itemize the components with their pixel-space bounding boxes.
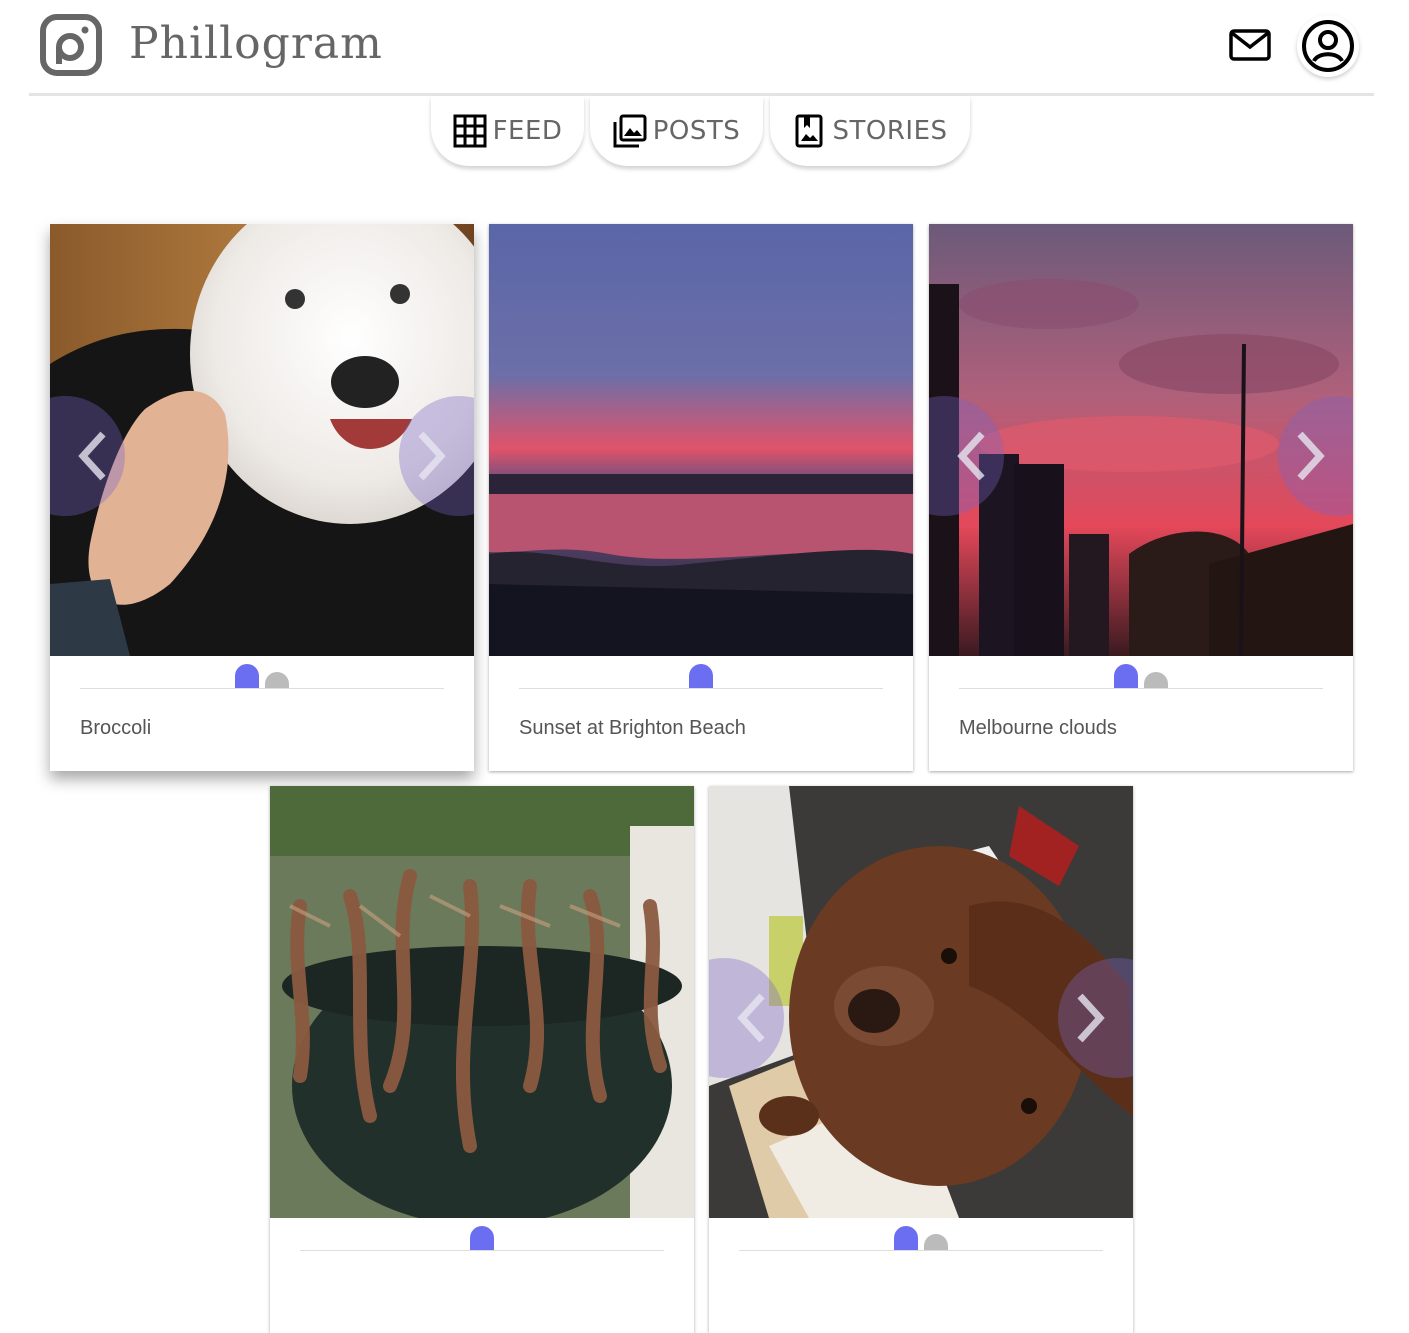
post-card[interactable]: Broccoli [50,224,474,771]
tab-stories-label: STORIES [832,116,948,146]
carousel-indicators [519,656,883,689]
post-photo[interactable] [489,224,913,656]
post-photo[interactable] [929,224,1353,656]
post-caption: Broccoli [80,717,152,739]
account-circle-icon[interactable] [1297,15,1359,77]
mail-icon[interactable] [1228,27,1272,63]
tab-feed[interactable]: FEED [431,96,584,166]
post-card[interactable]: Sunset at Brighton Beach [489,224,913,771]
carousel-dot[interactable] [1144,672,1168,688]
post-caption [270,1251,694,1333]
app-header: Phillogram [29,0,1374,96]
photo-library-icon [613,114,647,148]
carousel-dot[interactable] [894,1226,918,1250]
carousel-dot[interactable] [1114,664,1138,688]
post-card[interactable]: Melbourne clouds [929,224,1353,771]
carousel-indicators [739,1218,1103,1251]
tab-feed-label: FEED [492,116,563,146]
chevron-left-icon [78,431,106,481]
tab-stories[interactable]: STORIES [770,96,970,166]
grid-icon [453,114,487,148]
carousel-indicators [959,656,1323,689]
post-caption: Melbourne clouds [959,717,1117,739]
carousel-indicators [80,656,444,689]
app-title[interactable]: Phillogram [129,18,383,69]
post-photo[interactable] [50,224,474,656]
post-photo[interactable] [270,786,694,1218]
post-photo[interactable] [709,786,1133,1218]
bookmark-image-icon [795,114,823,148]
post-caption: Sunset at Brighton Beach [519,717,746,739]
section-tabs: FEED POSTS STORIES [0,96,1409,176]
sunset-photo-image [489,224,913,656]
instagram-logo-icon [40,14,102,76]
carousel-indicators [300,1218,664,1251]
carousel-dot[interactable] [924,1234,948,1250]
post-card[interactable] [709,786,1133,1333]
carousel-dot[interactable] [470,1226,494,1250]
fern-pot-photo-image [270,786,694,1218]
post-card[interactable] [270,786,694,1333]
chevron-left-icon [737,993,765,1043]
carousel-dot[interactable] [235,664,259,688]
tab-posts[interactable]: POSTS [590,96,763,166]
carousel-dot[interactable] [265,672,289,688]
carousel-dot[interactable] [689,664,713,688]
post-caption [709,1251,1133,1333]
chevron-left-icon [957,431,985,481]
chevron-right-icon [418,431,446,481]
tab-posts-label: POSTS [652,116,741,146]
chevron-right-icon [1297,431,1325,481]
chevron-right-icon [1077,993,1105,1043]
